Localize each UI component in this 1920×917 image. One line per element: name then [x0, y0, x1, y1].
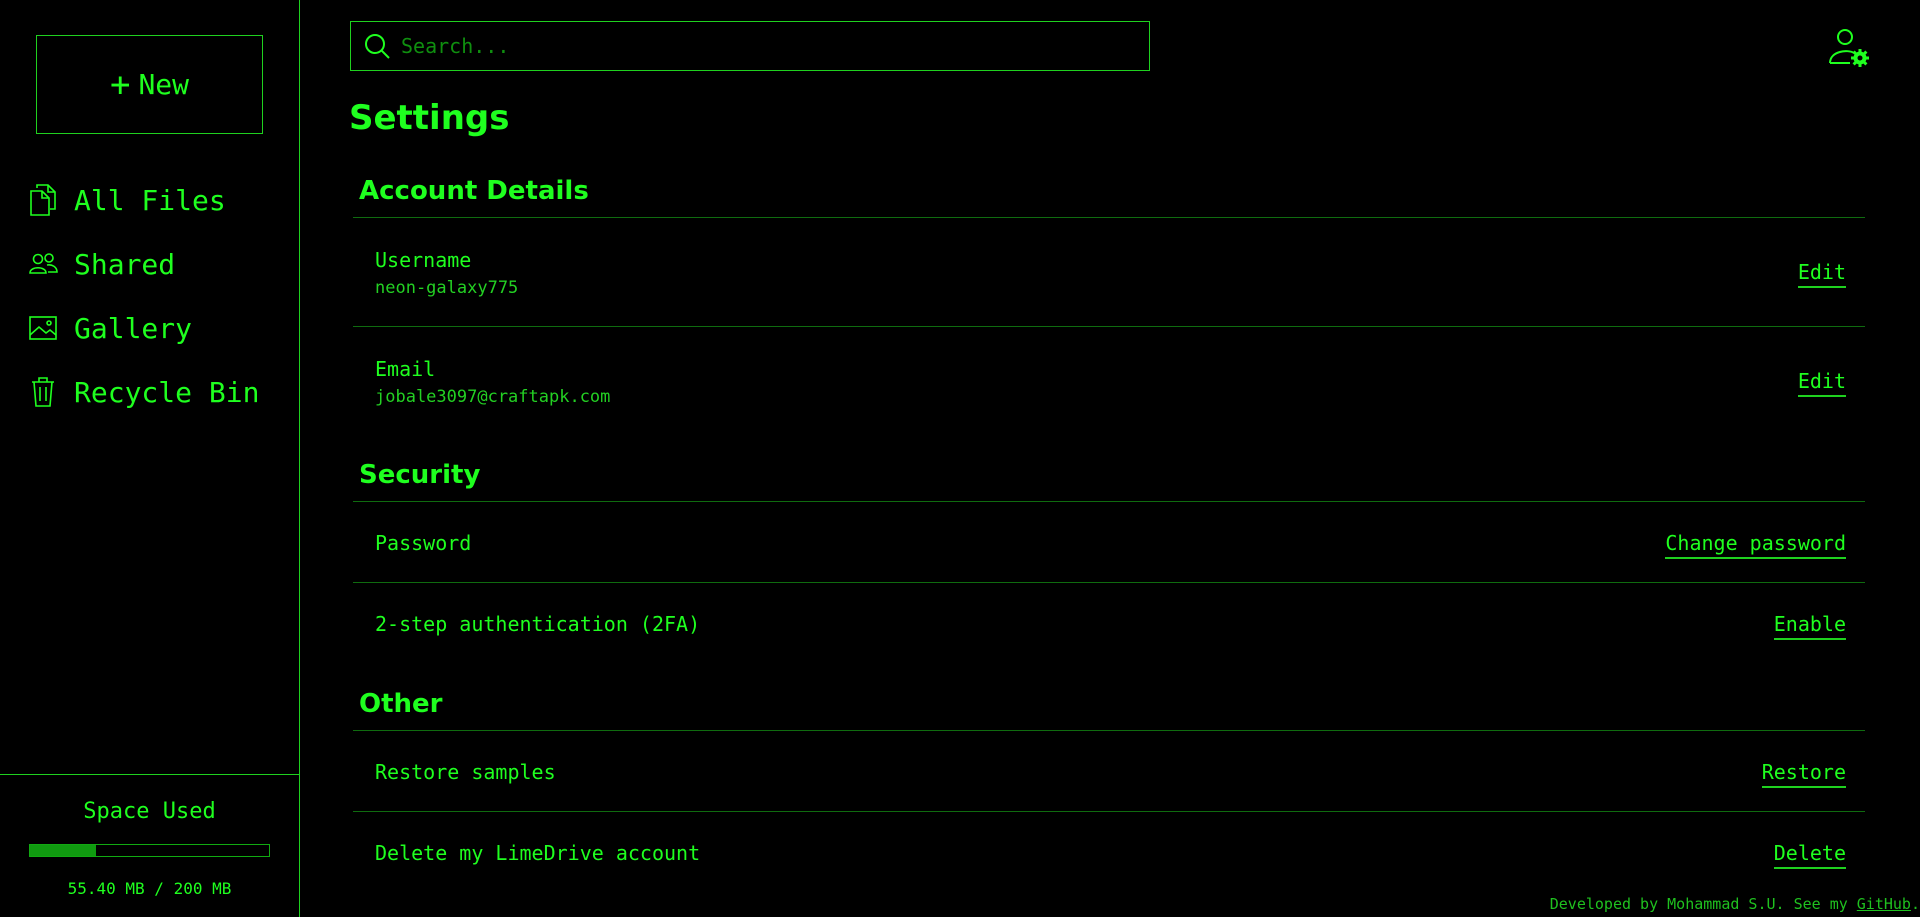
section-title-account: Account Details [359, 176, 589, 206]
divider [353, 811, 1865, 812]
sidebar-item-all-files[interactable]: All Files [28, 168, 259, 232]
setting-row-2fa: 2-step authentication (2FA) Enable [375, 612, 1846, 640]
setting-row-delete-account: Delete my LimeDrive account Delete [375, 841, 1846, 869]
storage-progress-fill [30, 845, 97, 856]
image-icon [29, 316, 57, 340]
divider [353, 582, 1865, 583]
footer-text: Developed by Mohammad S.U. See my [1549, 895, 1857, 913]
setting-value: neon-galaxy775 [375, 278, 519, 298]
setting-label: Restore samples [375, 760, 556, 784]
storage-title: Space Used [83, 799, 216, 824]
divider [353, 326, 1865, 327]
setting-label: 2-step authentication (2FA) [375, 612, 701, 636]
sidebar-item-recycle-bin[interactable]: Recycle Bin [28, 360, 259, 424]
divider [353, 217, 1865, 218]
sidebar-nav: All Files Shared Gallery Recycle Bin [28, 168, 259, 424]
setting-row-password: Password Change password [375, 531, 1846, 559]
edit-username-button[interactable]: Edit [1797, 260, 1846, 288]
setting-label: Email [375, 357, 436, 381]
search-bar [350, 21, 1150, 71]
setting-label: Username [375, 248, 472, 272]
search-icon [365, 34, 390, 59]
new-button-label: New [138, 68, 190, 101]
sidebar-item-label: Shared [74, 247, 176, 281]
setting-row-restore: Restore samples Restore [375, 760, 1846, 788]
sidebar: + New All Files Shared Gallery Recycle B… [0, 0, 300, 917]
change-password-button[interactable]: Change password [1665, 531, 1846, 559]
divider [353, 730, 1865, 731]
files-icon [30, 184, 56, 216]
footer-end: . [1910, 895, 1920, 913]
footer-credit: Developed by Mohammad S.U. See my GitHub… [1550, 895, 1920, 913]
new-button[interactable]: + New [36, 35, 263, 134]
edit-email-button[interactable]: Edit [1797, 369, 1846, 397]
trash-icon [32, 377, 54, 407]
section-title-security: Security [359, 460, 481, 490]
delete-account-button[interactable]: Delete [1773, 841, 1846, 869]
setting-row-username: Username neon-galaxy775 Edit [375, 248, 1846, 298]
search-input[interactable] [401, 34, 1101, 58]
sidebar-item-label: Gallery [74, 311, 193, 345]
github-link[interactable]: GitHub [1857, 895, 1911, 913]
users-icon [29, 253, 58, 274]
setting-label: Delete my LimeDrive account [375, 841, 701, 865]
enable-2fa-button[interactable]: Enable [1773, 612, 1846, 640]
storage-text: 55.40 MB / 200 MB [67, 879, 232, 898]
restore-samples-button[interactable]: Restore [1761, 760, 1846, 788]
sidebar-item-label: Recycle Bin [74, 375, 260, 409]
plus-icon: + [109, 64, 131, 105]
setting-label: Password [375, 531, 472, 555]
storage-progress-bar [29, 844, 270, 857]
setting-row-email: Email jobale3097@craftapk.com Edit [375, 357, 1846, 407]
storage-usage: Space Used 55.40 MB / 200 MB [0, 774, 299, 917]
sidebar-item-label: All Files [74, 183, 226, 217]
user-gear-icon[interactable] [1826, 26, 1872, 70]
sidebar-item-shared[interactable]: Shared [28, 232, 259, 296]
setting-value: jobale3097@craftapk.com [375, 387, 611, 407]
sidebar-item-gallery[interactable]: Gallery [28, 296, 259, 360]
page-title: Settings [349, 98, 510, 138]
divider [353, 501, 1865, 502]
section-title-other: Other [359, 689, 443, 719]
